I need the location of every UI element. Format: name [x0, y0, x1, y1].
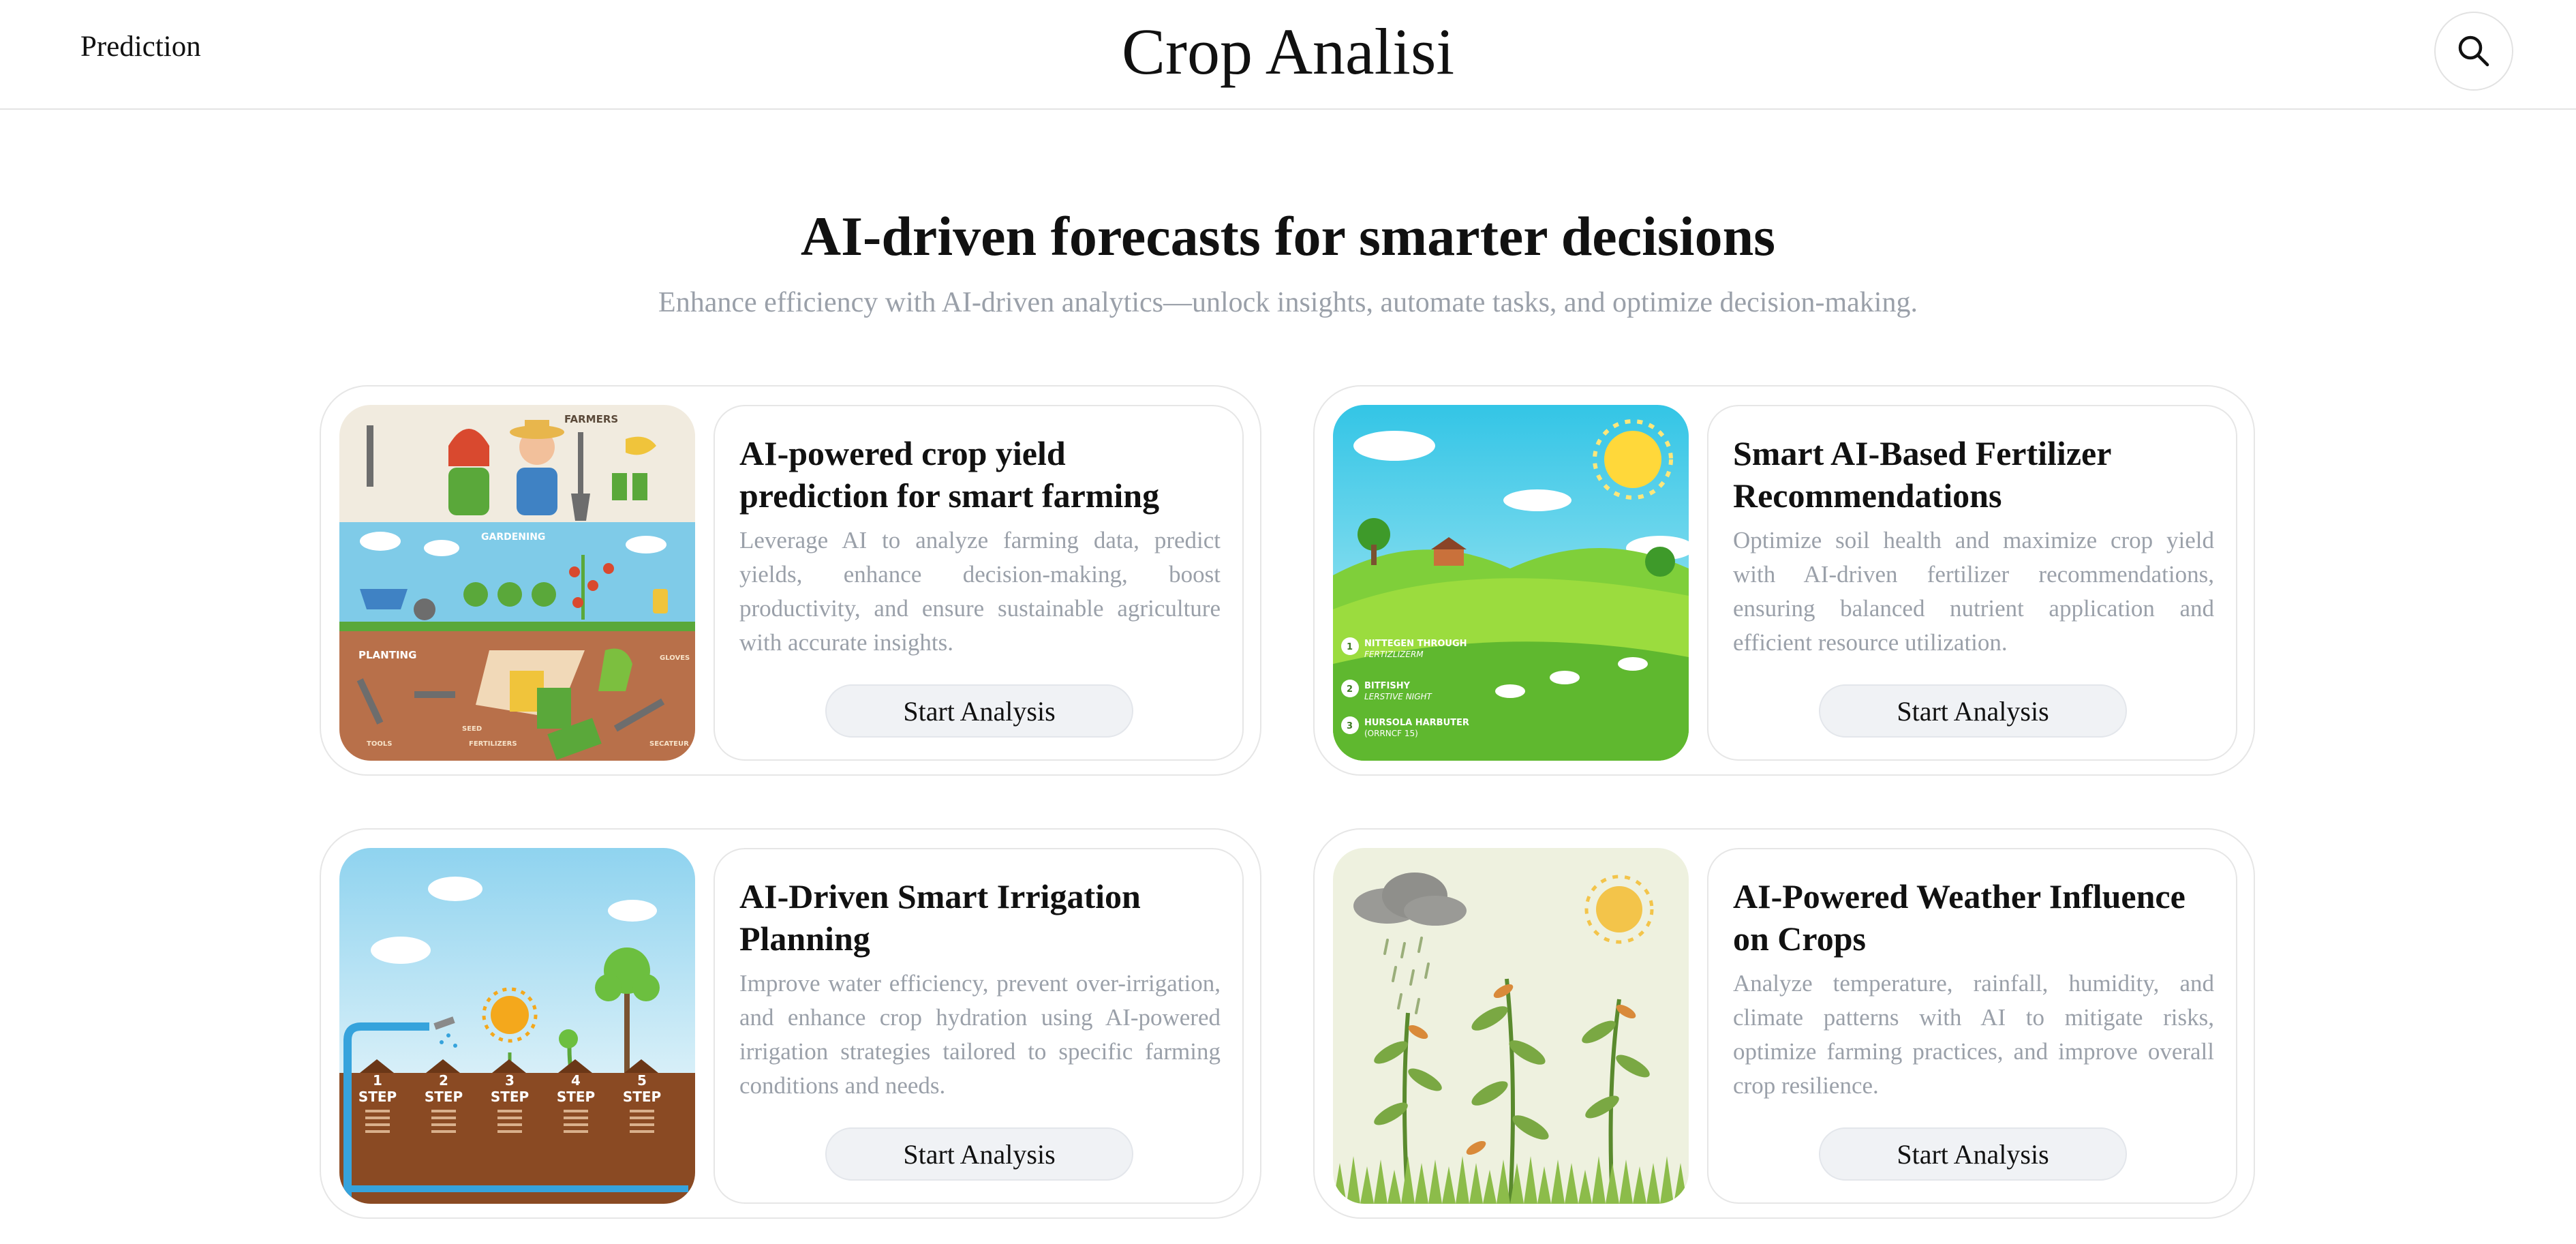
irrigation-panel: AI-Driven Smart Irrigation Planning Impr… [714, 848, 1244, 1204]
image-label-step-num-3: 3 [505, 1072, 515, 1089]
fertilizer-panel: Smart AI-Based Fertilizer Recommendation… [1707, 405, 2237, 761]
search-button[interactable] [2434, 12, 2513, 91]
image-label-step-1: STEP [358, 1089, 397, 1105]
card-description: Leverage AI to analyze farming data, pre… [739, 527, 1221, 656]
image-label-gloves: GLOVES [660, 654, 690, 662]
card-weather: AI-Powered Weather Influence on Crops An… [1313, 828, 2255, 1219]
fertilizer-illustration: 1 NITTEGEN THROUGH FERTIZLIZERM 2 BITFIS… [1333, 405, 1689, 761]
image-label-lerstive: LERSTIVE NIGHT [1364, 692, 1433, 701]
hero-subtitle: Enhance efficiency with AI-driven analyt… [658, 287, 1918, 318]
top-navbar: Prediction Crop Analisi [0, 0, 2576, 110]
image-label-planting: PLANTING [358, 649, 416, 661]
crop-yield-illustration: FARMERS GARDENING PLANTING GLOVES TOOLS … [339, 405, 695, 761]
image-label-step-num-2: 2 [439, 1072, 448, 1089]
image-label-tools: TOOLS [367, 740, 392, 748]
card-crop-yield: FARMERS GARDENING PLANTING GLOVES TOOLS … [320, 385, 1261, 776]
image-label-step-1: 1 [1347, 642, 1353, 652]
image-label-step-2: STEP [425, 1089, 463, 1105]
image-label-step-2: 2 [1347, 684, 1353, 695]
brand-title[interactable]: Crop Analisi [0, 11, 2576, 93]
card-description: Improve water efficiency, prevent over-i… [739, 970, 1221, 1099]
image-label-bitfishy: BITFISHY [1364, 681, 1411, 691]
image-label-step-num-1: 1 [373, 1072, 382, 1089]
card-title: AI-Driven Smart Irrigation Planning [739, 877, 1141, 958]
image-label-seed: SEED [462, 725, 482, 733]
image-label-step-5: STEP [623, 1089, 661, 1105]
card-irrigation: 1 STEP 2 STEP 3 STEP 4 STEP 5 STEP AI-Dr… [320, 828, 1261, 1219]
card-title: AI-Powered Weather Influence on Crops [1733, 877, 2186, 958]
image-label-gardening: GARDENING [481, 532, 545, 543]
start-analysis-button[interactable]: Start Analysis [825, 1127, 1133, 1181]
image-label-step-4: STEP [557, 1089, 595, 1105]
image-label-step-3: STEP [491, 1089, 529, 1105]
image-label-fertizlizerm: FERTIZLIZERM [1364, 650, 1424, 659]
start-analysis-button[interactable]: Start Analysis [1819, 684, 2127, 738]
image-label-farmers: FARMERS [564, 413, 618, 425]
weather-illustration [1333, 848, 1689, 1204]
card-description: Optimize soil health and maximize crop y… [1733, 527, 2214, 656]
card-description: Analyze temperature, rainfall, humidity,… [1733, 970, 2214, 1099]
start-analysis-button[interactable]: Start Analysis [1819, 1127, 2127, 1181]
card-title: AI-powered crop yield prediction for sma… [739, 434, 1160, 515]
image-label-step-num-4: 4 [571, 1072, 581, 1089]
image-label-fertilizers: FERTILIZERS [469, 740, 517, 748]
irrigation-illustration: 1 STEP 2 STEP 3 STEP 4 STEP 5 STEP [339, 848, 695, 1204]
image-label-hursola: HURSOLA HARBUTER [1364, 718, 1469, 728]
hero-title: AI-driven forecasts for smarter decision… [800, 205, 1776, 267]
image-label-nittegen: NITTEGEN THROUGH [1364, 639, 1467, 649]
image-label-orrncf: (ORRNCF 15) [1364, 729, 1418, 738]
image-label-step-3: 3 [1347, 721, 1353, 731]
card-fertilizer: 1 NITTEGEN THROUGH FERTIZLIZERM 2 BITFIS… [1313, 385, 2255, 776]
crop-yield-panel: AI-powered crop yield prediction for sma… [714, 405, 1244, 761]
start-analysis-button[interactable]: Start Analysis [825, 684, 1133, 738]
card-title: Smart AI-Based Fertilizer Recommendation… [1733, 434, 2111, 515]
image-label-secateur: SECATEUR [649, 740, 689, 748]
weather-panel: AI-Powered Weather Influence on Crops An… [1707, 848, 2237, 1204]
search-icon [2458, 35, 2489, 67]
image-label-step-num-5: 5 [637, 1072, 647, 1089]
